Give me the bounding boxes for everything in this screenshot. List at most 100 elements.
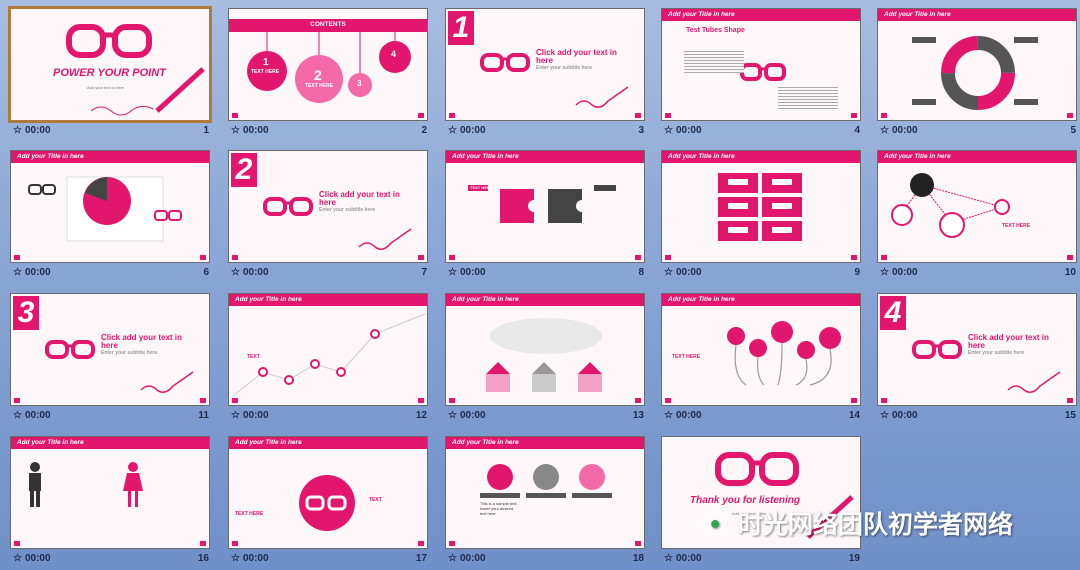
wechat-icon: ●: [700, 508, 730, 538]
slide-thumbnail-14[interactable]: Add your Title in here TEXT HERE ☆ 00:00 …: [656, 288, 866, 428]
slide-thumbnail-19[interactable]: Thank you for listening Add your text in…: [656, 431, 866, 570]
slide-thumbnail-2[interactable]: CONTENTS 1 TEXT HERE 2 TEXT HERE 3 4 ☆ 00…: [223, 3, 433, 143]
slide-number: 1: [203, 125, 209, 136]
slide-thumbnail-5[interactable]: Add your Title in here ☆ 00:00 5: [872, 3, 1080, 143]
slide-thumbnail-16[interactable]: Add your Title in here ☆ 00:00 16: [5, 431, 215, 570]
slide-subtitle: Enter your subtitle here: [319, 207, 376, 213]
slide-preview: Add your Title in here: [445, 293, 645, 406]
text-here-label: TEXT HERE: [1002, 223, 1031, 229]
slide-thumbnail-18[interactable]: Add your Title in here This is a sample …: [440, 431, 650, 570]
people-icons: [29, 462, 143, 507]
watermark-text: 时光网络团队初学者网络: [738, 511, 1014, 539]
star-icon[interactable]: ☆: [448, 125, 457, 136]
slide-preview: Add your Title in here TEXT HERE TEXT: [228, 436, 428, 549]
slide-preview: Add your Title in here TEXT: [228, 293, 428, 406]
star-icon[interactable]: ☆: [231, 125, 240, 136]
slide-thumbnail-10[interactable]: Add your Title in here TEXT HERE ☆ 00:00 …: [872, 145, 1080, 285]
star-icon[interactable]: ☆: [880, 267, 889, 278]
slide-timing: 00:00: [242, 410, 269, 421]
slide-timing: 00:00: [459, 267, 486, 278]
star-icon[interactable]: ☆: [448, 267, 457, 278]
star-icon[interactable]: ☆: [664, 125, 673, 136]
star-icon[interactable]: ☆: [231, 553, 240, 564]
star-icon[interactable]: ☆: [231, 267, 240, 278]
star-icon[interactable]: ☆: [13, 553, 22, 564]
slide-thumbnail-11[interactable]: 3 Click add your text in here Enter your…: [5, 288, 215, 428]
slide-preview: 2 Click add your text in here Enter your…: [228, 150, 428, 263]
slide-preview: CONTENTS 1 TEXT HERE 2 TEXT HERE 3 4: [228, 8, 428, 121]
slide-timing: 00:00: [675, 553, 702, 564]
slide-preview: 1 Click add your text in here Enter your…: [445, 8, 645, 121]
slide-thumbnail-13[interactable]: Add your Title in here ☆ 00:00 13: [440, 288, 650, 428]
slide-thumbnail-9[interactable]: Add your Title in here ☆ 00:00 9: [656, 145, 866, 285]
slide-number: 16: [197, 553, 209, 564]
block-diagram: [718, 173, 802, 241]
slide-number: 5: [1070, 125, 1076, 136]
world-map-houses: [486, 318, 602, 392]
slide-title: Click add your text in here: [536, 48, 617, 65]
slide-thumbnail-8[interactable]: Add your Title in here TEXT HERE ☆ 00:00 …: [440, 145, 650, 285]
slide-thumbnail-1[interactable]: POWER YOUR POINT Add your text in here ☆…: [5, 3, 215, 143]
slide-number: 12: [415, 410, 427, 421]
text-label: TEXT: [369, 497, 382, 503]
star-icon[interactable]: ☆: [664, 267, 673, 278]
slide-timing: 00:00: [24, 267, 51, 278]
slide-number: 10: [1064, 267, 1076, 278]
pie-illustration: [28, 176, 182, 242]
slide-preview: Add your Title in here: [10, 436, 210, 549]
slide-subtitle: Enter your subtitle here: [536, 65, 593, 71]
slide-number: 15: [1064, 410, 1076, 421]
slide-preview: Add your Title in here: [661, 150, 861, 263]
star-icon[interactable]: ☆: [664, 410, 673, 421]
star-icon[interactable]: ☆: [13, 125, 22, 136]
slide-preview: 3 Click add your text in here Enter your…: [10, 293, 210, 406]
slide-timing: 00:00: [459, 125, 486, 136]
sample-text: This is a sample text. Insert your desir…: [480, 501, 518, 516]
balloons: [727, 321, 841, 386]
slide-thumbnail-17[interactable]: Add your Title in here TEXT HERE TEXT ☆ 0…: [223, 431, 433, 570]
slide-preview: Add your Title in here Test Tubes Shape: [661, 8, 861, 121]
slide-number: 8: [638, 267, 644, 278]
slide-preview: 4 Click add your text in here Enter your…: [877, 293, 1077, 406]
slide-thumbnail-15[interactable]: 4 Click add your text in here Enter your…: [872, 288, 1080, 428]
text-here-label: TEXT HERE: [672, 354, 701, 360]
timeline-line: [232, 313, 426, 397]
star-icon[interactable]: ☆: [448, 553, 457, 564]
star-icon[interactable]: ☆: [448, 410, 457, 421]
slide-thumbnail-3[interactable]: 1 Click add your text in here Enter your…: [440, 3, 650, 143]
star-icon[interactable]: ☆: [880, 410, 889, 421]
slide-timing: 00:00: [459, 553, 486, 564]
watermark: ● 时光网络团队初学者网络: [700, 505, 1013, 541]
slide-timing: 00:00: [675, 125, 702, 136]
slide-thumbnail-4[interactable]: Add your Title in here Test Tubes Shape …: [656, 3, 866, 143]
slide-preview: POWER YOUR POINT Add your text in here: [8, 6, 212, 123]
star-icon[interactable]: ☆: [231, 410, 240, 421]
slide-title: Click add your text in here: [968, 333, 1049, 350]
slide-thumbnail-12[interactable]: Add your Title in here TEXT ☆ 00:00 12: [223, 288, 433, 428]
text-label: TEXT: [247, 354, 260, 360]
star-icon[interactable]: ☆: [13, 410, 22, 421]
slide-timing: 00:00: [675, 410, 702, 421]
slide-subtitle: Enter your subtitle here: [101, 350, 158, 356]
slide-timing: 00:00: [891, 410, 918, 421]
slide-timing: 00:00: [459, 410, 486, 421]
slide-timing: 00:00: [24, 553, 51, 564]
glasses-icon: [66, 24, 205, 116]
slide-timing: 00:00: [891, 267, 918, 278]
text-here-label: TEXT HERE: [470, 185, 493, 190]
slide-number: 6: [203, 267, 209, 278]
slide-thumbnail-6[interactable]: Add your Title in here ☆ 00:00 6: [5, 145, 215, 285]
star-icon[interactable]: ☆: [880, 125, 889, 136]
slide-timing: 00:00: [24, 125, 51, 136]
slide-timing: 00:00: [242, 553, 269, 564]
slide-title: Click add your text in here: [319, 190, 400, 207]
slide-timing: 00:00: [891, 125, 918, 136]
star-icon[interactable]: ☆: [664, 553, 673, 564]
slide-number: 2: [421, 125, 427, 136]
slide-number: 7: [421, 267, 427, 278]
slide-thumbnail-7[interactable]: 2 Click add your text in here Enter your…: [223, 145, 433, 285]
star-icon[interactable]: ☆: [13, 267, 22, 278]
slide-timing: 00:00: [242, 267, 269, 278]
slide-number: 13: [632, 410, 644, 421]
cycle-diagram: [912, 36, 1038, 110]
